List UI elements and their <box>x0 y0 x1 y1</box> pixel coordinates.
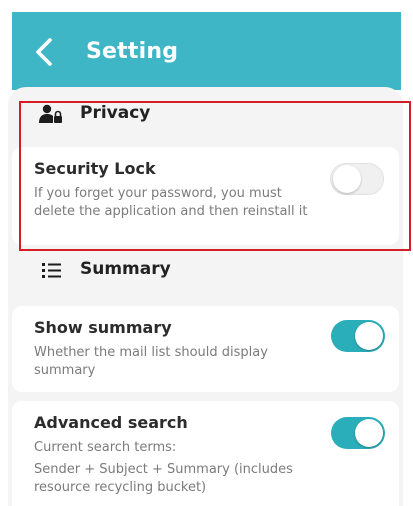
list-icon <box>42 263 61 278</box>
show-summary-description: Whether the mail list should display sum… <box>34 345 268 378</box>
user-lock-icon <box>39 104 62 123</box>
settings-content: Privacy Security Lock If you forget your… <box>8 87 403 506</box>
advanced-search-toggle[interactable] <box>331 417 385 449</box>
page-title: Setting <box>86 39 179 64</box>
advanced-search-description: Current search terms: Sender + Subject +… <box>34 439 314 497</box>
security-lock-description: If you forget your password, you must de… <box>34 186 308 219</box>
security-lock-toggle[interactable] <box>330 163 384 195</box>
show-summary-toggle[interactable] <box>331 320 385 352</box>
show-summary-title: Show summary <box>34 318 172 337</box>
summary-section-header: Summary <box>8 251 403 291</box>
header-bar: Setting <box>12 12 401 90</box>
summary-section-title: Summary <box>80 259 171 279</box>
advanced-search-title: Advanced search <box>34 413 188 432</box>
security-lock-title: Security Lock <box>34 159 156 178</box>
advanced-search-card: Advanced search Current search terms: Se… <box>12 401 399 506</box>
privacy-section-header: Privacy <box>8 95 403 135</box>
current-search-terms-label: Current search terms: <box>34 440 177 455</box>
toggle-knob <box>333 165 361 193</box>
toggle-knob <box>355 322 383 350</box>
toggle-knob <box>355 419 383 447</box>
show-summary-card: Show summary Whether the mail list shoul… <box>12 306 399 392</box>
chevron-left-icon[interactable] <box>32 37 58 67</box>
security-lock-card: Security Lock If you forget your passwor… <box>12 147 399 245</box>
current-search-terms-value: Sender + Subject + Summary (includes res… <box>34 462 293 495</box>
privacy-section-title: Privacy <box>80 103 151 123</box>
